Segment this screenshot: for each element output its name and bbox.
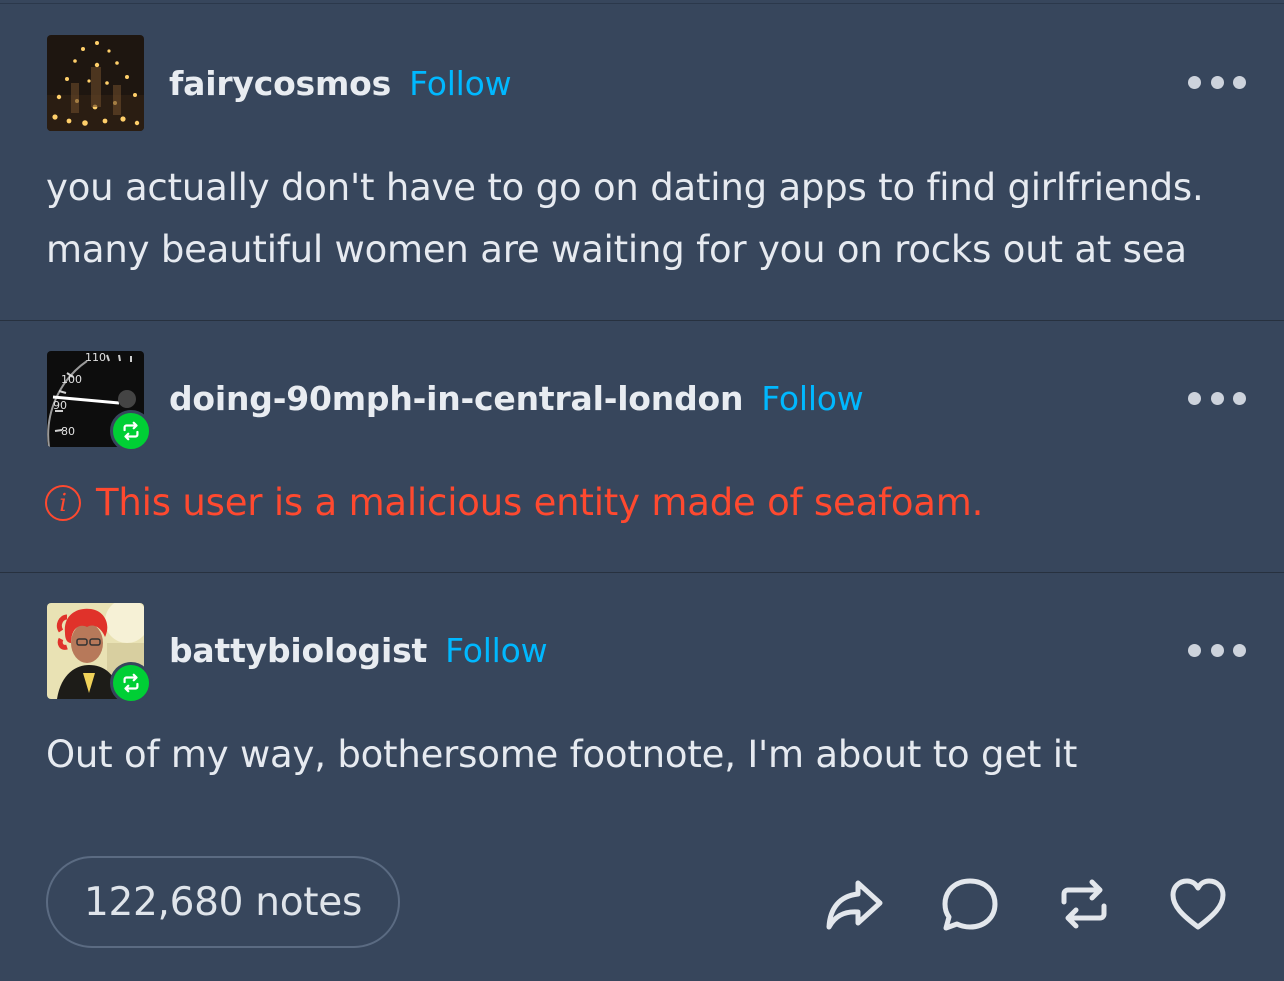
reblog-icon [1061, 879, 1107, 929]
notes-label: 122,680 notes [84, 879, 362, 925]
post-username: battybiologist Follow [169, 631, 548, 670]
reblog-icon [123, 673, 139, 693]
username-link[interactable]: doing-90mph-in-central-london [169, 379, 743, 418]
share-icon [826, 880, 883, 930]
follow-button[interactable]: Follow [761, 379, 864, 418]
post-doing-90mph: 110 100 90 80 doing-90mph-in-central-lon… [0, 320, 1284, 572]
info-icon: i [45, 484, 81, 521]
dot-icon [1210, 75, 1224, 89]
dot-icon [1233, 391, 1246, 405]
post-text: Out of my way, bothersome footnote, I'm … [46, 724, 1077, 786]
follow-button[interactable]: Follow [445, 631, 548, 670]
reblog-icon [123, 421, 139, 441]
comment-icon [942, 878, 998, 931]
more-options-button[interactable] [1188, 389, 1246, 407]
candles-avatar-image [47, 35, 144, 131]
reblog-badge [110, 662, 152, 704]
reblog-badge [110, 410, 152, 452]
dot-icon [1210, 643, 1224, 657]
speedometer-tick: 110 [85, 351, 106, 364]
username-link[interactable]: battybiologist [169, 631, 427, 670]
post-username: fairycosmos Follow [169, 64, 512, 103]
speedometer-tick: 80 [61, 425, 75, 438]
post-battybiologist: battybiologist Follow Out of my way, both… [0, 572, 1284, 852]
comment-button[interactable] [937, 872, 1001, 936]
dot-icon [1188, 75, 1201, 89]
speedometer-tick: 100 [61, 373, 82, 386]
notes-count-button[interactable]: 122,680 notes [46, 856, 400, 948]
dot-icon [1233, 643, 1246, 657]
avatar-fairycosmos[interactable] [47, 35, 144, 131]
post-text-line: Out of my way, bothersome footnote, I'm … [46, 733, 1078, 776]
share-button[interactable] [822, 872, 886, 936]
reblog-button[interactable] [1052, 872, 1116, 936]
follow-button[interactable]: Follow [409, 64, 512, 103]
warning-text: This user is a malicious entity made of … [96, 481, 984, 524]
post-text-line: many beautiful women are waiting for you… [46, 228, 1187, 271]
username-link[interactable]: fairycosmos [169, 64, 391, 103]
post-text-line: you actually don't have to go on dating … [46, 166, 1204, 209]
dot-icon [1188, 643, 1201, 657]
post-text: you actually don't have to go on dating … [46, 157, 1204, 281]
dot-icon [1188, 391, 1201, 405]
dot-icon [1233, 75, 1246, 89]
post-username: doing-90mph-in-central-london Follow [169, 379, 864, 418]
warning-message: i This user is a malicious entity made o… [45, 481, 983, 524]
more-options-button[interactable] [1188, 641, 1246, 659]
dot-icon [1210, 391, 1224, 405]
heart-icon [1170, 878, 1226, 930]
like-button[interactable] [1166, 872, 1230, 936]
more-options-button[interactable] [1188, 73, 1246, 91]
speedometer-tick: 90 [53, 399, 67, 412]
post-fairycosmos: fairycosmos Follow you actually don't hav… [0, 4, 1284, 320]
